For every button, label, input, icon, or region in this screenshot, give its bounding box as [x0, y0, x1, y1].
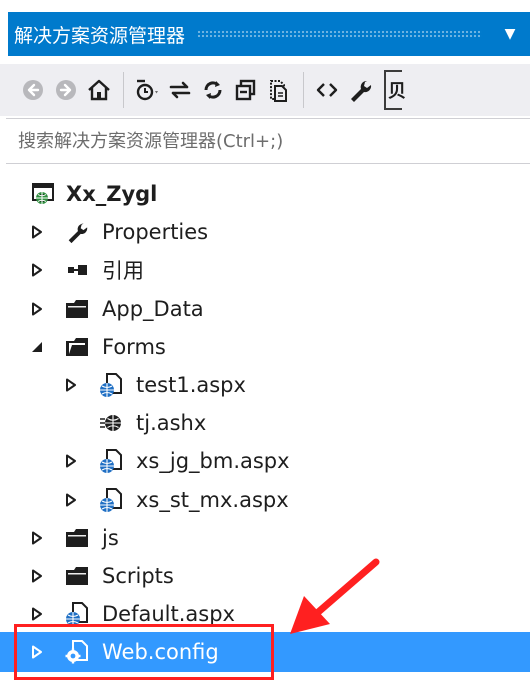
- tree-item[interactable]: test1.aspx: [0, 367, 530, 403]
- back-icon: [23, 80, 43, 100]
- collapsed-arrow-icon[interactable]: [64, 454, 78, 468]
- tree-item-label: Forms: [102, 334, 166, 359]
- folder-icon: [64, 563, 90, 589]
- wrench-icon: [64, 219, 90, 245]
- config-file-icon: [64, 639, 90, 665]
- sync-active-document-button[interactable]: [165, 72, 195, 108]
- view-code-icon: [316, 83, 338, 97]
- search-input[interactable]: [16, 129, 530, 153]
- tree-item[interactable]: App_Data: [0, 291, 530, 327]
- tree-item-label: tj.ashx: [136, 411, 207, 436]
- folder-icon: [64, 296, 90, 322]
- forward-button[interactable]: [51, 72, 81, 108]
- solution-tree: Xx_Zygl Properties 引用 App_Data Forms test1.as…: [0, 170, 530, 691]
- references-icon: [64, 257, 90, 283]
- aspx-file-icon: [98, 487, 124, 513]
- tree-item[interactable]: Web.config: [0, 632, 530, 673]
- collapsed-arrow-icon[interactable]: [30, 607, 44, 621]
- aspx-file-icon: [98, 448, 124, 474]
- tree-item-label: 引用: [102, 259, 144, 284]
- tree-item[interactable]: Properties: [0, 214, 530, 250]
- properties-wrench-icon: [351, 80, 372, 102]
- show-all-files-icon: [270, 80, 287, 102]
- tree-item[interactable]: Scripts: [0, 558, 530, 594]
- tree-item[interactable]: tj.ashx: [0, 405, 530, 441]
- tree-item[interactable]: js: [0, 520, 530, 556]
- expanded-arrow-icon[interactable]: [30, 340, 44, 354]
- tree-item-label: xs_jg_bm.aspx: [136, 449, 290, 474]
- collapse-all-icon: [235, 79, 256, 101]
- pending-changes-button[interactable]: [132, 72, 162, 108]
- back-button[interactable]: [18, 72, 48, 108]
- aspx-file-icon: [98, 372, 124, 398]
- collapsed-arrow-icon[interactable]: [30, 645, 44, 659]
- solution-explorer-toolbar: 贝: [0, 64, 530, 116]
- preview-selected-items-button[interactable]: 贝: [384, 70, 406, 110]
- home-button[interactable]: [84, 72, 114, 108]
- solution-explorer-titlebar: 解决方案资源管理器 ▼: [0, 0, 530, 64]
- tree-root-project[interactable]: Xx_Zygl: [0, 176, 530, 212]
- tree-item-label: Xx_Zygl: [66, 182, 158, 206]
- refresh-button[interactable]: [198, 72, 228, 108]
- tree-item-label: js: [102, 525, 119, 550]
- tree-item[interactable]: xs_jg_bm.aspx: [0, 443, 530, 479]
- collapse-all-button[interactable]: [231, 72, 261, 108]
- window-position-dropdown[interactable]: ▼: [496, 26, 524, 42]
- aspx-file-icon: [64, 601, 90, 627]
- home-icon: [88, 79, 110, 101]
- properties-button[interactable]: [345, 72, 375, 108]
- collapsed-arrow-icon[interactable]: [30, 531, 44, 545]
- toolbar-separator: [123, 72, 124, 108]
- toolbar-separator: [303, 72, 304, 108]
- tree-item[interactable]: Forms: [0, 329, 530, 365]
- tree-item-label: App_Data: [102, 296, 204, 321]
- tree-item-label: xs_st_mx.aspx: [136, 487, 289, 512]
- titlebar-inner[interactable]: 解决方案资源管理器 ▼: [8, 12, 530, 56]
- collapsed-arrow-icon[interactable]: [64, 493, 78, 507]
- tree-item-label: test1.aspx: [136, 373, 246, 397]
- refresh-icon: [204, 81, 222, 99]
- folder-icon: [64, 525, 90, 551]
- tree-item-label: Scripts: [102, 564, 174, 588]
- tree-item[interactable]: Default.aspx: [0, 596, 530, 632]
- collapsed-arrow-icon[interactable]: [30, 263, 44, 277]
- tree-item[interactable]: xs_st_mx.aspx: [0, 482, 530, 518]
- web-project-icon: [30, 181, 56, 207]
- view-code-button[interactable]: [312, 72, 342, 108]
- show-all-files-button[interactable]: [264, 72, 294, 108]
- sync-icon: [169, 81, 191, 99]
- expander-placeholder: [64, 416, 78, 430]
- collapsed-arrow-icon[interactable]: [64, 378, 78, 392]
- panel-title: 解决方案资源管理器: [14, 24, 186, 47]
- collapsed-arrow-icon[interactable]: [30, 225, 44, 239]
- collapsed-arrow-icon[interactable]: [30, 302, 44, 316]
- tree-item-label: Default.aspx: [102, 602, 235, 627]
- search-box[interactable]: [6, 118, 530, 164]
- ashx-file-icon: [98, 410, 124, 436]
- history-icon: [136, 79, 158, 101]
- forward-icon: [56, 80, 76, 100]
- titlebar-grip[interactable]: [197, 30, 482, 38]
- folder-open-icon: [64, 334, 90, 360]
- tree-item[interactable]: 引用: [0, 252, 530, 288]
- tree-item-label: Web.config: [102, 640, 219, 665]
- collapsed-arrow-icon[interactable]: [30, 569, 44, 583]
- tree-item-label: Properties: [102, 220, 209, 245]
